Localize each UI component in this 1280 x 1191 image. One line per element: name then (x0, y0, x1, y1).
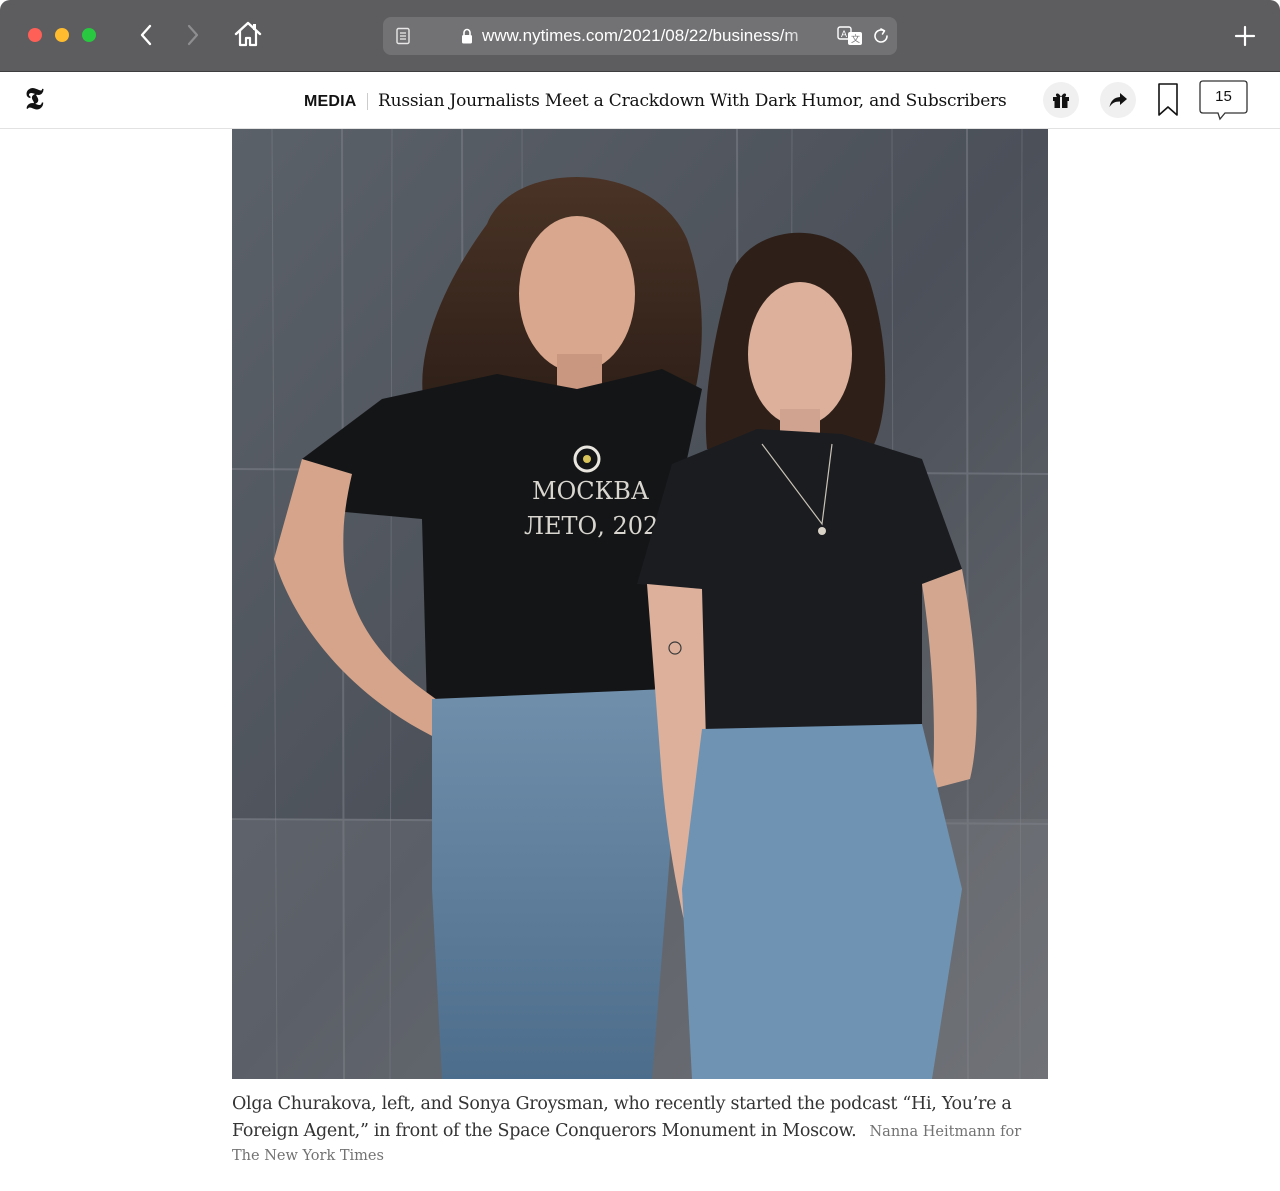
shirt-text-line1: МОСКВА (532, 477, 649, 505)
zoom-window-button[interactable] (82, 28, 96, 42)
home-button[interactable] (232, 19, 264, 49)
nyt-header: 𝕿 MEDIA Russian Journalists Meet a Crack… (0, 72, 1280, 129)
forward-button[interactable] (179, 20, 207, 50)
svg-text:文: 文 (851, 33, 860, 45)
comment-count: 15 (1215, 88, 1232, 105)
share-button[interactable] (1100, 82, 1136, 118)
plus-icon[interactable] (1231, 22, 1259, 50)
share-icon (1109, 93, 1127, 107)
article-photo: МОСКВА ЛЕТО, 2021 (232, 129, 1048, 1079)
browser-toolbar: www.nytimes.com/2021/08/22/business/m A文 (0, 0, 1280, 72)
photo-caption: Olga Churakova, left, and Sonya Groysman… (232, 1091, 1048, 1164)
svg-text:A: A (841, 29, 847, 39)
bookmark-icon[interactable] (1157, 82, 1179, 118)
article-headline: Russian Journalists Meet a Crackdown Wit… (378, 91, 1007, 111)
comments-button[interactable]: 15 (1199, 80, 1249, 122)
header-divider (367, 93, 368, 110)
section-label[interactable]: MEDIA (304, 93, 357, 111)
forward-icon (187, 24, 199, 46)
lock-icon (462, 28, 472, 44)
home-icon (234, 21, 262, 47)
translate-icon[interactable]: A文 (837, 26, 863, 46)
url-fade (783, 21, 828, 51)
gift-icon (1053, 93, 1069, 108)
address-bar[interactable]: www.nytimes.com/2021/08/22/business/m A文 (383, 17, 897, 55)
browser-window: www.nytimes.com/2021/08/22/business/m A文… (0, 0, 1280, 1191)
nyt-logo[interactable]: 𝕿 (25, 84, 53, 116)
gift-button[interactable] (1043, 82, 1079, 118)
reader-icon[interactable] (395, 27, 411, 45)
reload-icon[interactable] (872, 27, 890, 45)
back-button[interactable] (132, 20, 160, 50)
minimize-window-button[interactable] (55, 28, 69, 42)
back-icon (140, 24, 152, 46)
close-window-button[interactable] (28, 28, 42, 42)
url-text[interactable]: www.nytimes.com/2021/08/22/business/m (482, 26, 824, 46)
